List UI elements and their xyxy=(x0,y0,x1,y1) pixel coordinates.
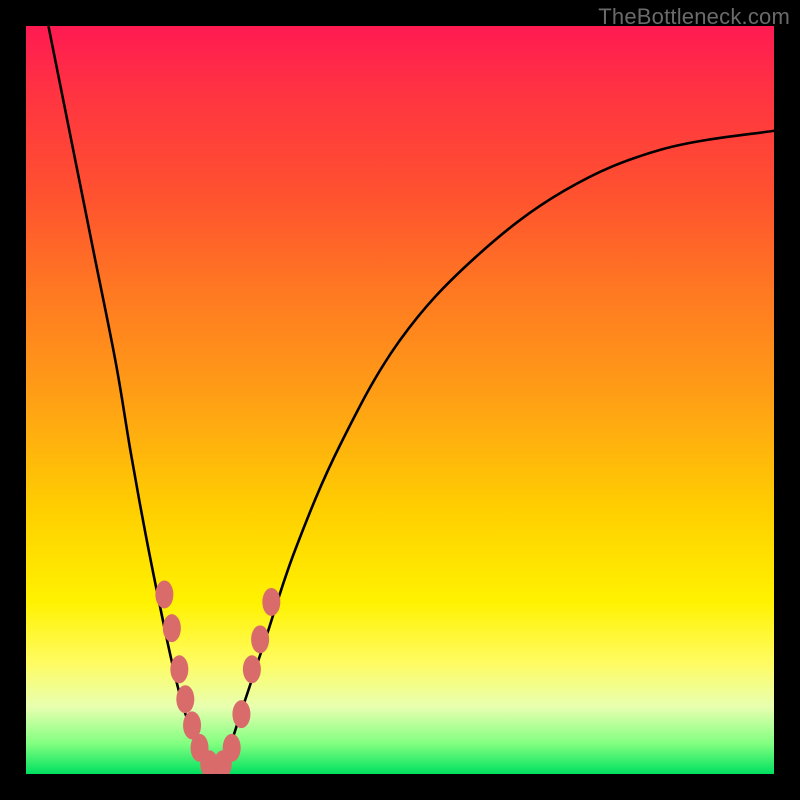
marker-dot xyxy=(176,685,194,713)
marker-dot xyxy=(163,614,181,642)
marker-dot xyxy=(251,625,269,653)
marker-dot xyxy=(232,700,250,728)
curve-left-branch xyxy=(48,26,216,774)
watermark-text: TheBottleneck.com xyxy=(598,4,790,30)
curve-right-branch xyxy=(217,131,774,774)
plot-area xyxy=(26,26,774,774)
marker-dot xyxy=(155,580,173,608)
marker-dot xyxy=(223,734,241,762)
marker-dot xyxy=(170,655,188,683)
marker-dot xyxy=(243,655,261,683)
marker-group xyxy=(155,580,280,774)
marker-dot xyxy=(262,588,280,616)
chart-svg xyxy=(26,26,774,774)
